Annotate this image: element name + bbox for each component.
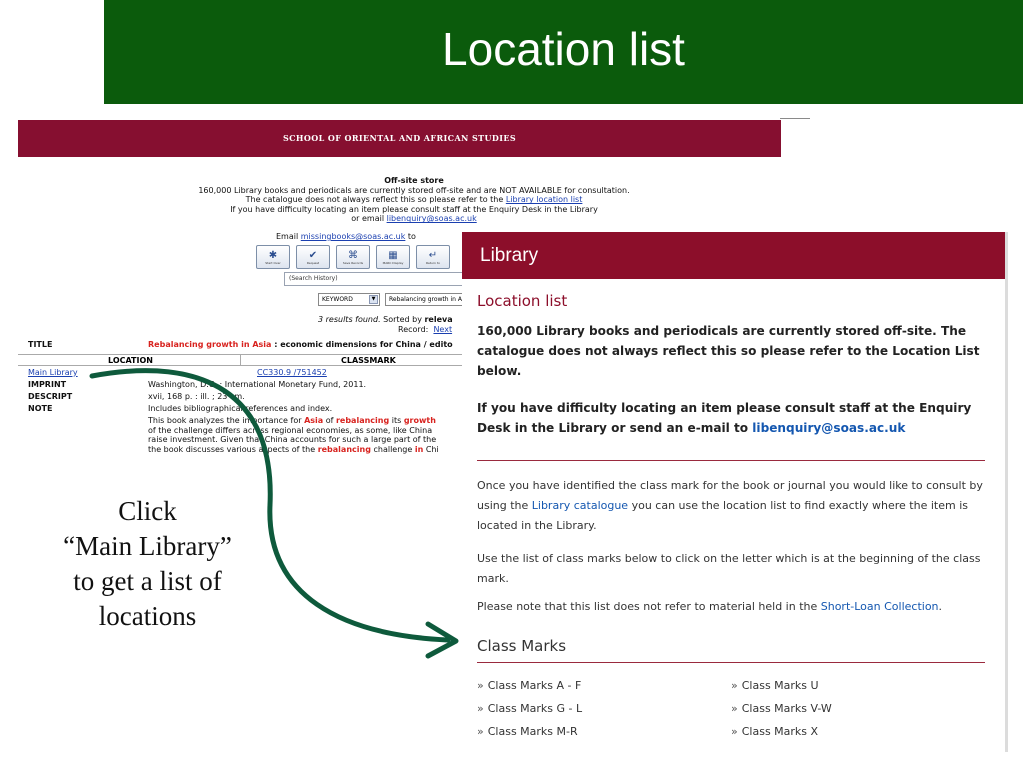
next-record-link[interactable]: Next — [433, 325, 452, 334]
notice-text: The catalogue does not always reflect th… — [245, 195, 506, 205]
slide-caption: Click “Main Library” to get a list of lo… — [40, 494, 255, 634]
caption-line: locations — [98, 601, 197, 631]
start-over-icon: ✱ — [268, 249, 278, 261]
bullet-icon: » — [731, 702, 738, 715]
sorted-by-label: Sorted by — [380, 315, 425, 324]
caption-line: to get a list of — [73, 566, 222, 596]
library-location-list-link[interactable]: Library location list — [506, 195, 583, 204]
abstract-line: This book analyzes the importance for As… — [148, 416, 436, 425]
arrow-head — [425, 621, 459, 659]
classmark-instructions: Once you have identified the class mark … — [477, 479, 983, 532]
slide-title: Location list — [442, 23, 685, 75]
button-label: Save Records — [342, 260, 364, 265]
class-marks-a-f-link[interactable]: » Class Marks A - F — [477, 679, 581, 692]
save-records-button[interactable]: ⌘ Save Records — [336, 245, 370, 269]
return-icon: ↵ — [428, 249, 438, 261]
short-loan-note: Please note that this list does not refe… — [477, 600, 943, 613]
results-count: 3 results found. — [318, 315, 381, 324]
divider — [780, 118, 810, 119]
sorted-by-value: releva — [424, 315, 453, 324]
notice-line: or email libenquiry@soas.ac.uk — [18, 214, 810, 224]
record-nav: Record: Next — [398, 325, 452, 334]
button-label: Start Over — [265, 260, 281, 265]
note-value: Includes bibliographical references and … — [148, 404, 333, 413]
caption-line: “Main Library” — [63, 531, 232, 561]
descript-value: xvii, 168 p. : ill. ; 23 cm. — [148, 392, 245, 401]
results-summary: 3 results found. Sorted by releva — [318, 315, 453, 324]
record-label: Record: — [398, 325, 429, 334]
abstract-line: of the challenge differs across regional… — [148, 425, 433, 435]
location-column-header: LOCATION — [108, 356, 153, 365]
catalogue-toolbar: ✱ Start Over ✔ Request ⌘ Save Records ▦ MARC… — [256, 245, 450, 269]
classmark-link[interactable]: CC330.9 /751452 — [257, 368, 327, 377]
libenquiry-email-link[interactable]: libenquiry@soas.ac.uk — [387, 214, 477, 223]
note-label: NOTE — [28, 404, 53, 413]
class-list-instructions: Use the list of class marks below to cli… — [477, 552, 981, 585]
bullet-icon: » — [477, 725, 484, 738]
cart-icon: ⌘ — [348, 249, 358, 261]
abstract-line: raise investment. Given that China accou… — [148, 435, 437, 445]
search-type-value: KEYWORD — [322, 296, 353, 303]
record-title: Rebalancing growth in Asia : economic di… — [148, 340, 453, 349]
intro-text: 160,000 Library books and periodicals ar… — [477, 324, 980, 378]
missing-books-line: Email missingbooks@soas.ac.uk to — [276, 232, 416, 241]
caption-line: Click — [118, 496, 177, 526]
chevron-down-icon: ▼ — [369, 295, 378, 304]
bullet-icon: » — [731, 679, 738, 692]
title-rest: : economic dimensions for China / edito — [271, 340, 453, 349]
email-text: Email — [276, 232, 301, 241]
library-header: Library — [462, 232, 1005, 279]
divider — [477, 460, 985, 461]
title-highlight: Rebalancing growth in Asia — [148, 340, 272, 349]
abstract-line: the book discusses various aspects of th… — [148, 444, 439, 454]
title-label: TITLE — [28, 340, 53, 349]
search-type-select[interactable]: KEYWORD ▼ — [318, 293, 380, 306]
libenquiry-email-link[interactable]: libenquiry@soas.ac.uk — [752, 421, 905, 435]
check-icon: ✔ — [308, 249, 318, 261]
note-abstract: This book analyzes the importance for As… — [148, 416, 439, 454]
return-button[interactable]: ↵ Return to — [416, 245, 450, 269]
class-marks-u-link[interactable]: » Class Marks U — [731, 679, 819, 692]
email-text: to — [405, 232, 416, 241]
holdings-header: LOCATION CLASSMARK — [18, 354, 478, 366]
button-label: MARC Display — [382, 260, 404, 265]
library-catalogue-link[interactable]: Library catalogue — [532, 499, 628, 512]
bullet-icon: » — [477, 702, 484, 715]
search-history-select[interactable]: (Search History) — [284, 272, 474, 286]
class-marks-heading: Class Marks — [477, 637, 567, 655]
divider — [240, 355, 241, 366]
offsite-notice: Off-site store 160,000 Library books and… — [18, 176, 810, 224]
marc-display-button[interactable]: ▦ MARC Display — [376, 245, 410, 269]
start-over-button[interactable]: ✱ Start Over — [256, 245, 290, 269]
request-button[interactable]: ✔ Request — [296, 245, 330, 269]
descript-label: DESCRIPT — [28, 392, 73, 401]
catalogue-banner: SCHOOL OF ORIENTAL AND AFRICAN STUDIES — [18, 120, 781, 157]
notice-heading: Off-site store — [384, 176, 444, 185]
class-marks-v-w-link[interactable]: » Class Marks V-W — [731, 702, 832, 715]
main-library-link[interactable]: Main Library — [28, 368, 78, 377]
divider — [477, 662, 985, 663]
button-label: Request — [306, 260, 320, 265]
class-marks-g-l-link[interactable]: » Class Marks G - L — [477, 702, 582, 715]
classmark-column-header: CLASSMARK — [341, 356, 396, 365]
grid-icon: ▦ — [388, 249, 398, 261]
short-loan-collection-link[interactable]: Short-Loan Collection — [821, 600, 939, 613]
missingbooks-email-link[interactable]: missingbooks@soas.ac.uk — [301, 232, 406, 241]
class-marks-x-link[interactable]: » Class Marks X — [731, 725, 818, 738]
notice-line: The catalogue does not always reflect th… — [18, 195, 810, 205]
location-list-heading: Location list — [477, 292, 568, 310]
slide-title-bar: Location list — [104, 0, 1023, 104]
contact-text: If you have difficulty locating an item … — [477, 401, 972, 435]
imprint-label: IMPRINT — [28, 380, 67, 389]
bullet-icon: » — [731, 725, 738, 738]
class-marks-m-r-link[interactable]: » Class Marks M-R — [477, 725, 578, 738]
library-screenshot: Library Location list 160,000 Library bo… — [462, 232, 1008, 752]
imprint-value: Washington, D.C. : International Monetar… — [148, 380, 367, 389]
notice-line: If you have difficulty locating an item … — [230, 204, 598, 214]
button-label: Return to — [426, 260, 440, 265]
notice-text: or email — [351, 214, 387, 224]
notice-line: 160,000 Library books and periodicals ar… — [198, 185, 630, 195]
bullet-icon: » — [477, 679, 484, 692]
